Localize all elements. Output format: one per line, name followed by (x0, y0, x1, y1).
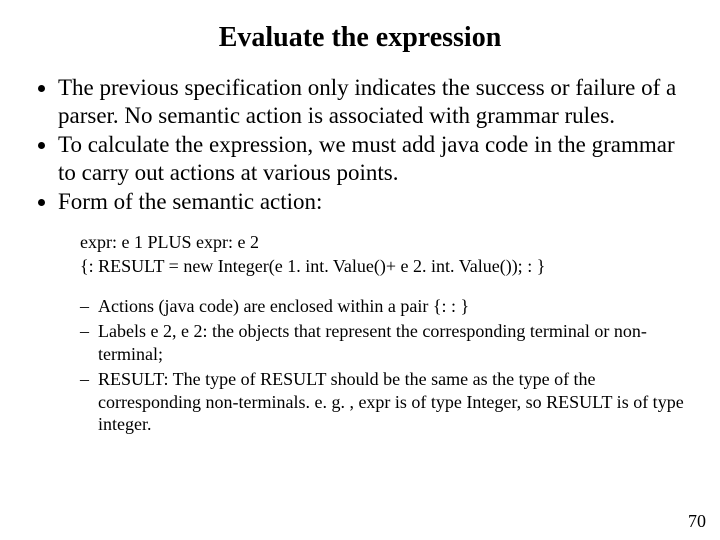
page-number: 70 (688, 511, 706, 532)
code-line: {: RESULT = new Integer(e 1. int. Value(… (80, 254, 690, 278)
sub-bullet-item: Labels e 2, e 2: the objects that repres… (80, 320, 690, 365)
slide-title: Evaluate the expression (30, 22, 690, 54)
bullet-item: The previous specification only indicate… (58, 74, 690, 129)
bullet-item: Form of the semantic action: (58, 188, 690, 216)
bullet-item: To calculate the expression, we must add… (58, 131, 690, 186)
slide: Evaluate the expression The previous spe… (0, 0, 720, 540)
code-block: expr: e 1 PLUS expr: e 2 {: RESULT = new… (80, 230, 690, 279)
sub-bullet-list: Actions (java code) are enclosed within … (80, 295, 690, 436)
code-line: expr: e 1 PLUS expr: e 2 (80, 230, 690, 254)
sub-bullet-item: Actions (java code) are enclosed within … (80, 295, 690, 318)
main-bullet-list: The previous specification only indicate… (30, 74, 690, 216)
sub-bullet-item: RESULT: The type of RESULT should be the… (80, 368, 690, 436)
